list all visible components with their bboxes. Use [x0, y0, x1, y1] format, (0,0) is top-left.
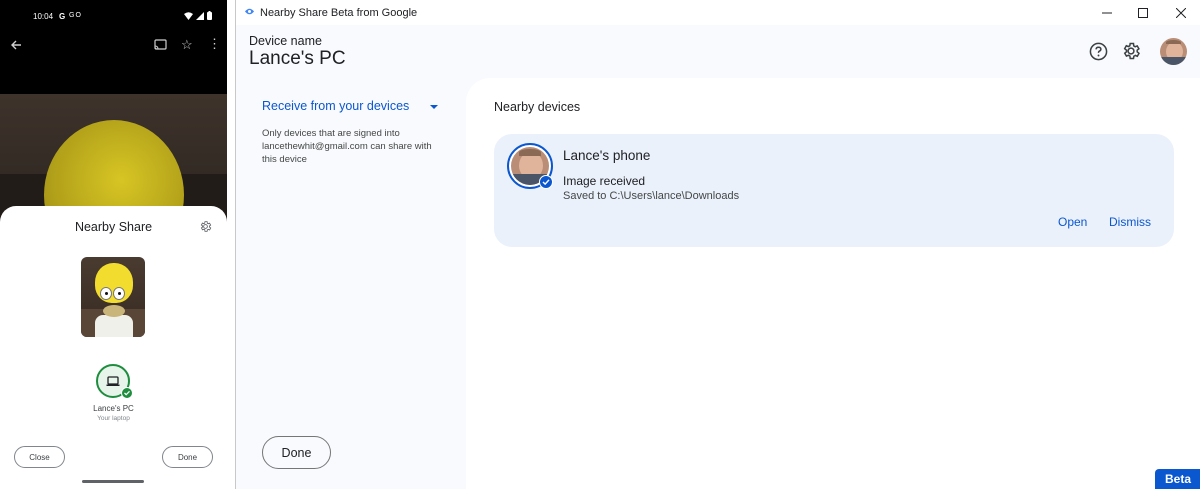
nearby-devices-heading: Nearby devices	[494, 100, 581, 114]
nearby-share-app-icon	[245, 8, 254, 15]
title-bar[interactable]: Nearby Share Beta from Google	[236, 0, 1200, 25]
dropdown-caret-icon[interactable]	[430, 105, 438, 109]
signal-icon	[196, 11, 204, 20]
status-time: 10:04	[33, 12, 54, 21]
shared-image-thumbnail	[81, 257, 145, 337]
wifi-icon	[184, 11, 193, 20]
open-button[interactable]: Open	[1058, 215, 1087, 229]
gear-icon[interactable]	[1121, 41, 1141, 61]
google-g-icon: G	[59, 12, 66, 21]
beta-badge: Beta	[1155, 469, 1200, 489]
done-button[interactable]: Done	[262, 436, 331, 469]
android-phone: 10:04 G GO ☆ ⋮ Nearby Share Lance's PC Y…	[0, 0, 227, 489]
receive-mode-dropdown[interactable]: Receive from your devices	[262, 99, 409, 113]
star-icon[interactable]: ☆	[181, 37, 193, 53]
cast-icon[interactable]	[154, 39, 167, 51]
device-name-label: Device name	[249, 34, 322, 48]
battery-icon	[207, 11, 212, 20]
window-title: Nearby Share Beta from Google	[260, 7, 418, 19]
app-header: Device name Lance's PC	[236, 25, 1200, 81]
close-window-button[interactable]	[1162, 0, 1200, 25]
photo-toolbar: ☆ ⋮	[0, 34, 227, 60]
account-avatar[interactable]	[1160, 38, 1187, 65]
target-device-subtitle: Your laptop	[97, 415, 130, 422]
screenshot-stage: 10:04 G GO ☆ ⋮ Nearby Share Lance's PC Y…	[0, 0, 1200, 489]
back-arrow-icon[interactable]	[10, 39, 22, 51]
receive-mode-description: Only devices that are signed into lancet…	[262, 128, 432, 165]
nearby-share-sheet: Nearby Share Lance's PC Your laptop Clos…	[0, 206, 227, 489]
check-icon	[121, 387, 133, 399]
device-name-value[interactable]: Lance's PC	[249, 48, 346, 70]
sender-device-name: Lance's phone	[563, 148, 651, 163]
transfer-card: Lance's phone Image received Saved to C:…	[494, 134, 1174, 247]
help-icon[interactable]	[1089, 42, 1108, 61]
laptop-icon	[106, 375, 120, 386]
status-system-icons	[184, 11, 212, 20]
saved-path: Saved to C:\Users\lance\Downloads	[563, 190, 740, 202]
nearby-devices-panel: Nearby devices Lance's phone Image recei…	[466, 78, 1200, 489]
maximize-icon	[1138, 7, 1148, 18]
status-bar: 10:04 G GO	[0, 0, 227, 34]
receive-settings-pane: Receive from your devices Only devices t…	[236, 81, 466, 489]
close-button[interactable]: Close	[14, 446, 65, 468]
check-icon	[539, 175, 553, 189]
transfer-status: Image received	[563, 174, 646, 188]
maximize-button[interactable]	[1124, 0, 1162, 25]
phone-done-button[interactable]: Done	[162, 446, 213, 468]
minimize-icon	[1102, 12, 1112, 13]
more-vert-icon[interactable]: ⋮	[208, 36, 221, 52]
status-notification-icons: GO	[69, 12, 82, 19]
dismiss-button[interactable]: Dismiss	[1109, 215, 1151, 229]
minimize-button[interactable]	[1088, 0, 1126, 25]
gear-icon[interactable]	[199, 220, 212, 233]
close-icon	[1176, 7, 1186, 18]
sheet-title: Nearby Share	[74, 220, 153, 234]
nearby-share-window: Nearby Share Beta from Google Device nam…	[235, 0, 1200, 489]
target-device-name: Lance's PC	[93, 404, 134, 413]
gesture-home-bar[interactable]	[82, 480, 144, 483]
